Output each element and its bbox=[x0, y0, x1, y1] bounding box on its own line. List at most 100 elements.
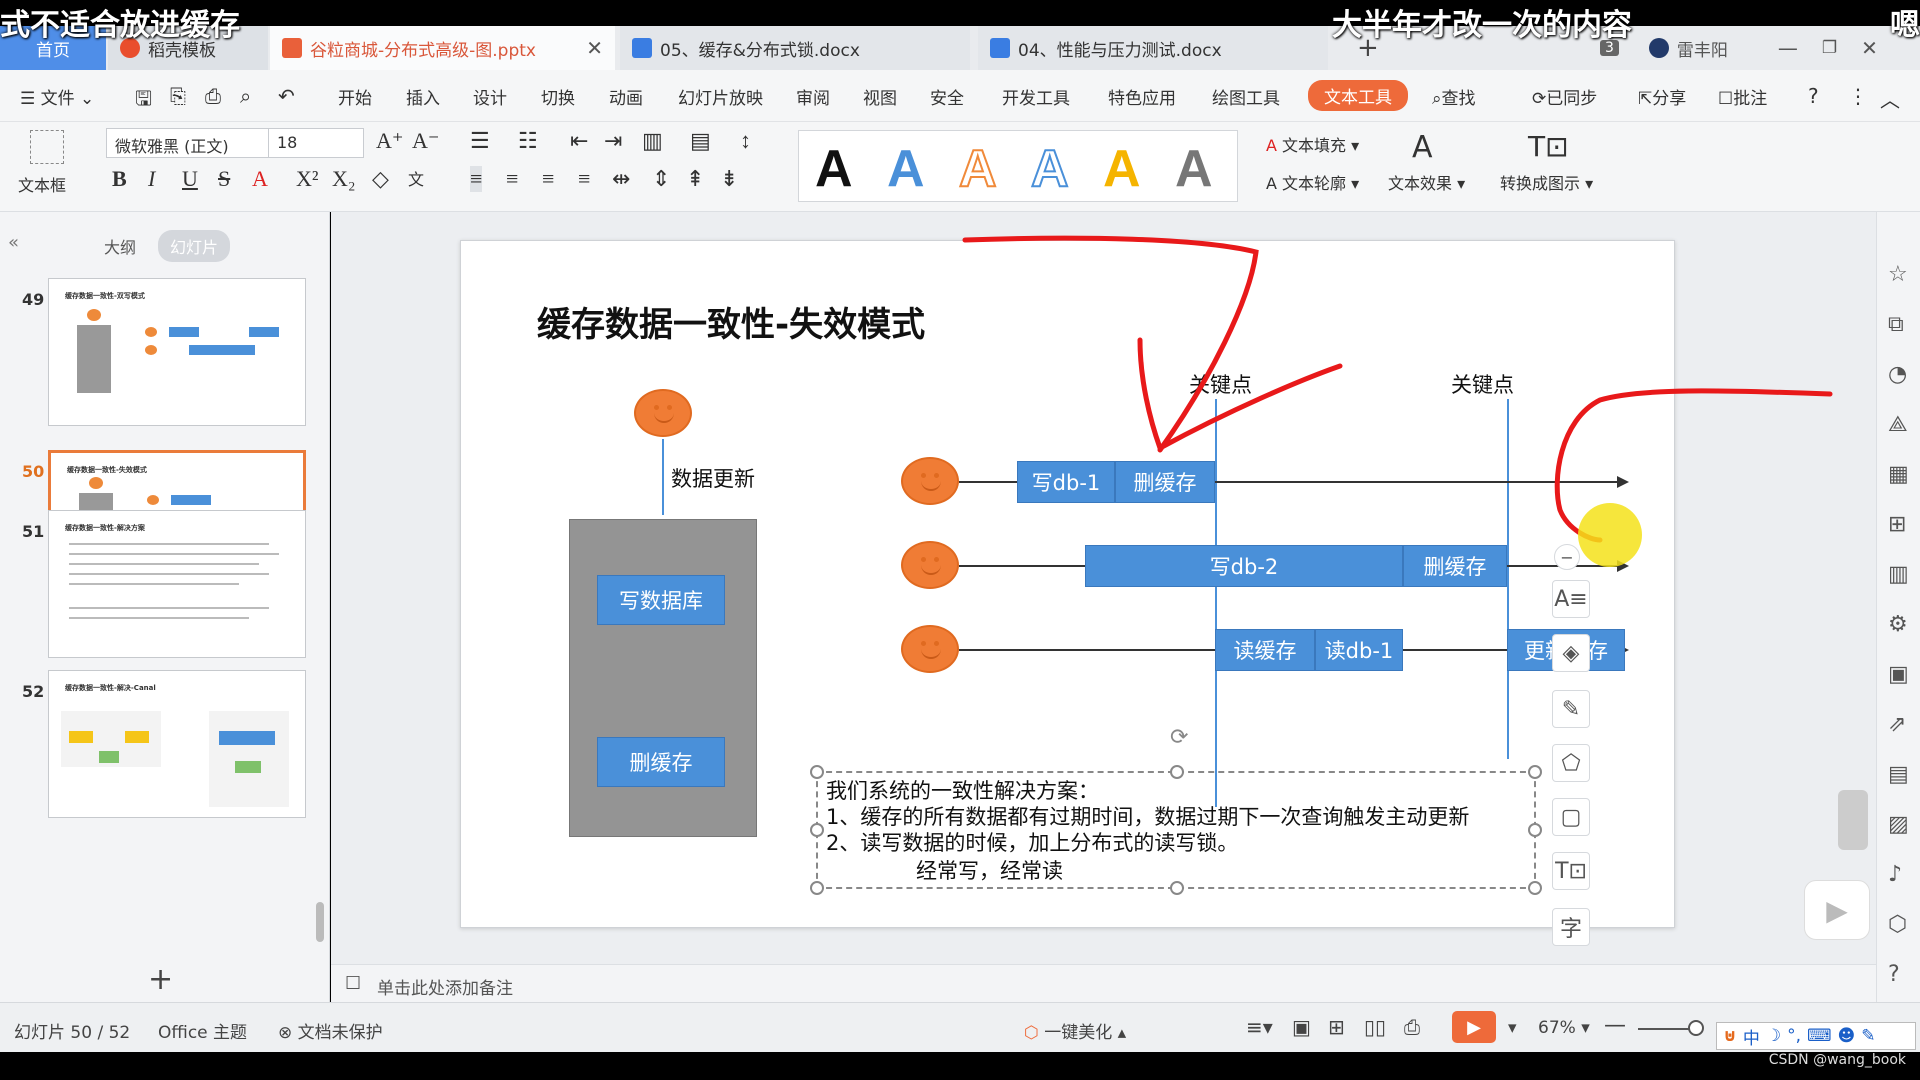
line-spacing-icon[interactable]: ↕ bbox=[740, 128, 751, 154]
picture-icon[interactable]: ▨ bbox=[1888, 812, 1909, 837]
tab-slides[interactable]: 幻灯片 bbox=[158, 230, 231, 262]
row3-read-cache[interactable]: 读缓存 bbox=[1215, 629, 1315, 671]
collapse-ribbon-icon[interactable]: ︿ bbox=[1880, 84, 1900, 113]
convert-diagram-icon[interactable]: T⊡ bbox=[1528, 130, 1569, 163]
help-icon[interactable]: ? bbox=[1888, 962, 1900, 987]
tab-outline[interactable]: 大纲 bbox=[92, 230, 148, 262]
fill-icon[interactable]: ⬠ bbox=[1552, 744, 1590, 782]
style-gold-icon[interactable]: A bbox=[1103, 139, 1141, 199]
shield-icon[interactable]: ⬡ bbox=[1888, 912, 1907, 937]
distribute-icon[interactable]: ⇹ bbox=[612, 166, 630, 192]
style-blue-icon[interactable]: A bbox=[887, 139, 925, 199]
menu-security[interactable]: 安全 bbox=[930, 84, 964, 109]
add-slide-button[interactable]: + bbox=[148, 962, 173, 997]
row3-read-db[interactable]: 读db-1 bbox=[1315, 629, 1403, 671]
maximize-icon[interactable]: ❐ bbox=[1822, 38, 1837, 58]
menu-draw-tools[interactable]: 绘图工具 bbox=[1212, 84, 1280, 109]
paragraph-before-icon[interactable]: ⇞ bbox=[686, 166, 704, 192]
theme-name[interactable]: Office 主题 bbox=[158, 1018, 247, 1043]
collapse-panel-icon[interactable]: « bbox=[8, 232, 19, 253]
save-icon[interactable]: 🖫 bbox=[135, 84, 152, 118]
notes-bar[interactable]: ☐ 单击此处添加备注 bbox=[331, 964, 1876, 1002]
style-blue-outline-icon[interactable]: A bbox=[1030, 139, 1070, 199]
menu-design[interactable]: 设计 bbox=[473, 84, 507, 109]
justify-icon[interactable]: ≡ bbox=[578, 166, 590, 192]
row1-write-db[interactable]: 写db-1 bbox=[1017, 461, 1115, 503]
process-box[interactable] bbox=[569, 519, 757, 837]
textbox-button[interactable]: 文本框 bbox=[18, 172, 66, 196]
grow-font-icon[interactable]: A⁺ bbox=[376, 128, 404, 154]
copy-icon[interactable]: ⧉ bbox=[1888, 312, 1904, 337]
frame-icon[interactable]: ▢ bbox=[1552, 798, 1590, 836]
paragraph-spacing-icon[interactable]: ⇕ bbox=[652, 166, 670, 192]
undo-icon[interactable]: ↶ bbox=[278, 84, 295, 108]
text-direction-icon[interactable]: ▤ bbox=[690, 128, 711, 154]
slide-thumb-52[interactable]: 缓存数据一致性-解决-Canal bbox=[48, 670, 306, 818]
menu-special[interactable]: 特色应用 bbox=[1108, 84, 1176, 109]
menu-review[interactable]: 审阅 bbox=[796, 84, 830, 109]
textbox-icon[interactable] bbox=[30, 130, 64, 164]
resize-handle[interactable] bbox=[810, 881, 824, 895]
close-tab-icon[interactable]: ✕ bbox=[586, 36, 603, 60]
row1-delete-cache[interactable]: 删缓存 bbox=[1115, 461, 1215, 503]
convert-diagram-button[interactable]: 转换成图示 ▾ bbox=[1500, 170, 1593, 194]
underline-icon[interactable]: U bbox=[182, 166, 198, 192]
text-outline-button[interactable]: A 文本轮廓 ▾ bbox=[1266, 170, 1359, 194]
reading-view-icon[interactable]: ▯▯ bbox=[1364, 1015, 1386, 1039]
tab-doc2[interactable]: 04、性能与压力测试.docx bbox=[978, 26, 1328, 70]
delete-cache-step[interactable]: 删缓存 bbox=[597, 737, 725, 787]
menu-synced[interactable]: ⟳已同步 bbox=[1532, 84, 1597, 109]
resize-handle[interactable] bbox=[810, 765, 824, 779]
increase-indent-icon[interactable]: ⇥ bbox=[604, 128, 622, 154]
resize-handle[interactable] bbox=[1528, 823, 1542, 837]
table-icon[interactable]: ▦ bbox=[1888, 462, 1909, 487]
row2-delete-cache[interactable]: 删缓存 bbox=[1403, 545, 1507, 587]
character-icon[interactable]: 字 bbox=[1552, 908, 1590, 946]
font-size-select[interactable]: 18 bbox=[268, 128, 364, 158]
numbering-icon[interactable]: ☷ bbox=[518, 128, 538, 154]
play-options-icon[interactable]: ▾ bbox=[1508, 1018, 1517, 1038]
menu-text-tools[interactable]: 文本工具 bbox=[1308, 80, 1408, 111]
tab-pptx[interactable]: 谷粒商城-分布式高级-图.pptx ✕ bbox=[270, 26, 615, 70]
video-play-icon[interactable]: ▶ bbox=[1804, 880, 1870, 940]
sorter-view-icon[interactable]: ⊞ bbox=[1328, 1015, 1345, 1039]
notes-toggle-icon[interactable]: ≡▾ bbox=[1246, 1015, 1273, 1039]
user-name[interactable]: 雷丰阳 bbox=[1677, 36, 1728, 61]
eraser-icon[interactable]: ◇ bbox=[372, 166, 389, 192]
minimize-icon[interactable]: — bbox=[1778, 36, 1798, 60]
slide-title[interactable]: 缓存数据一致性-失效模式 bbox=[537, 297, 925, 346]
shrink-font-icon[interactable]: A⁻ bbox=[412, 128, 440, 154]
pen-icon[interactable]: ✎ bbox=[1552, 690, 1590, 728]
resize-handle[interactable] bbox=[810, 823, 824, 837]
slide-thumb-49[interactable]: 缓存数据一致性-双写模式 bbox=[48, 278, 306, 426]
image-icon[interactable]: ▣ bbox=[1888, 662, 1909, 687]
font-color-icon[interactable]: A bbox=[252, 166, 268, 192]
superscript-icon[interactable]: X² bbox=[296, 166, 318, 192]
resize-handle[interactable] bbox=[1528, 765, 1542, 779]
align-center-icon[interactable]: ≡ bbox=[506, 166, 518, 192]
key-point-1-label[interactable]: 关键点 bbox=[1189, 369, 1252, 399]
notes-placeholder[interactable]: 单击此处添加备注 bbox=[377, 974, 513, 999]
menu-switch[interactable]: 切换 bbox=[541, 84, 575, 109]
menu-animation[interactable]: 动画 bbox=[609, 84, 643, 109]
protect-status[interactable]: ⊗ 文档未保护 bbox=[278, 1018, 383, 1043]
phonetic-icon[interactable]: 文 bbox=[408, 166, 424, 190]
menu-file[interactable]: ☰ 文件 ⌄ bbox=[20, 84, 94, 109]
close-window-icon[interactable]: ✕ bbox=[1861, 36, 1878, 60]
resize-handle[interactable] bbox=[1170, 881, 1184, 895]
shapes-icon[interactable]: ◔ bbox=[1888, 362, 1907, 387]
play-slideshow-button[interactable]: ▶ bbox=[1452, 1011, 1496, 1043]
zoom-out-icon[interactable]: — bbox=[1604, 1013, 1626, 1038]
text-effect-icon[interactable]: A bbox=[1412, 130, 1433, 165]
bold-icon[interactable]: B bbox=[112, 166, 127, 192]
ime-toolbar[interactable]: ⊍ 中 ☽ °, ⌨ ☻ ✎ bbox=[1716, 1022, 1916, 1050]
write-db-step[interactable]: 写数据库 bbox=[597, 575, 725, 625]
grid-icon[interactable]: ⊞ bbox=[1888, 512, 1906, 537]
key-point-2-label[interactable]: 关键点 bbox=[1451, 369, 1514, 399]
row2-write-db[interactable]: 写db-2 bbox=[1085, 545, 1403, 587]
text-format-icon[interactable]: A≡ bbox=[1552, 580, 1590, 618]
text-fill-button[interactable]: A 文本填充 ▾ bbox=[1266, 132, 1359, 156]
style-icon[interactable]: ⟁ bbox=[1888, 412, 1908, 437]
archive-icon[interactable]: ▤ bbox=[1888, 762, 1909, 787]
style-orange-outline-icon[interactable]: A bbox=[958, 139, 998, 199]
